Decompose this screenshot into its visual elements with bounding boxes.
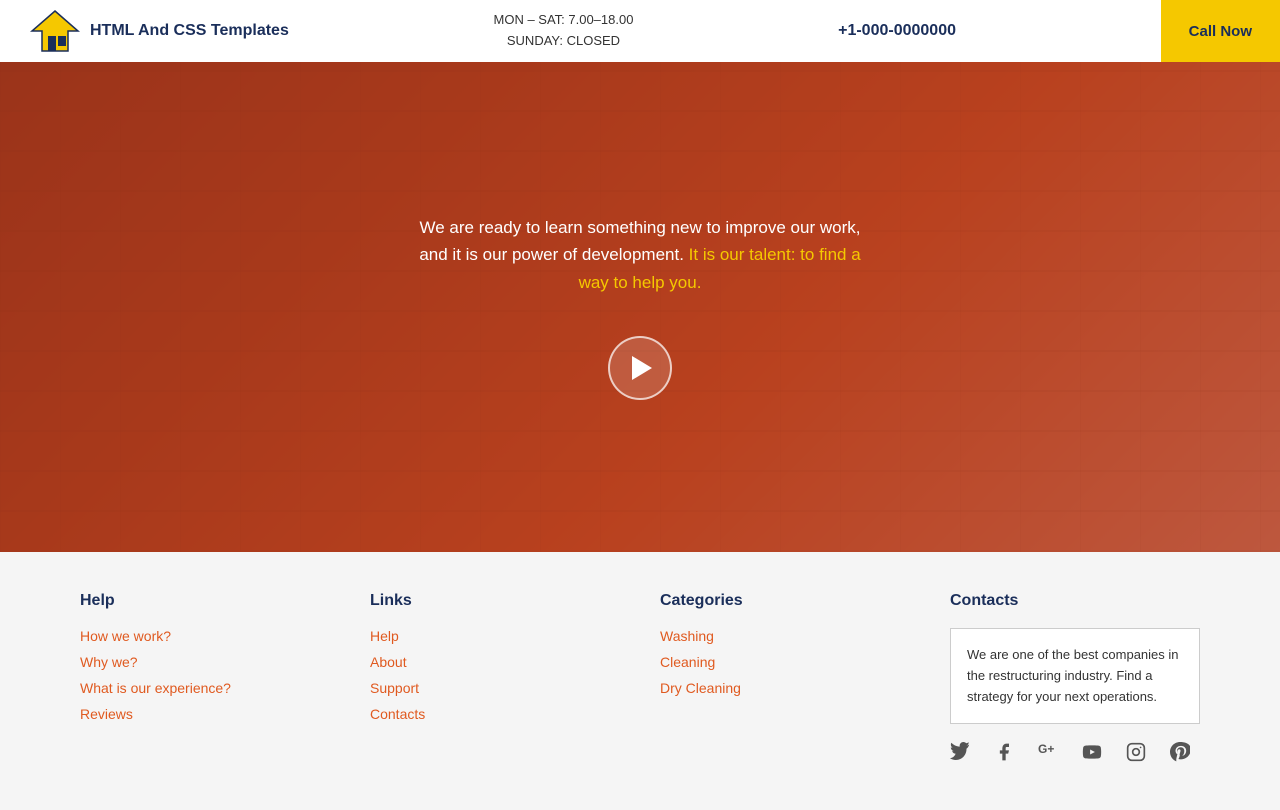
twitter-icon[interactable] — [950, 742, 978, 770]
category-cleaning[interactable]: Cleaning — [660, 654, 910, 670]
category-washing[interactable]: Washing — [660, 628, 910, 644]
schedule: MON – SAT: 7.00–18.00 SUNDAY: CLOSED — [494, 10, 634, 52]
logo: HTML And CSS Templates — [30, 6, 289, 56]
footer-contacts-title: Contacts — [950, 592, 1200, 610]
call-now-button[interactable]: Call Now — [1161, 0, 1280, 62]
google-plus-icon[interactable]: G+ — [1038, 742, 1066, 770]
footer-links-title: Links — [370, 592, 620, 610]
category-dry-cleaning[interactable]: Dry Cleaning — [660, 680, 910, 696]
instagram-icon[interactable] — [1126, 742, 1154, 770]
links-link-support[interactable]: Support — [370, 680, 620, 696]
help-link-experience[interactable]: What is our experience? — [80, 680, 330, 696]
phone-number: +1-000-0000000 — [838, 22, 956, 40]
links-link-contacts[interactable]: Contacts — [370, 706, 620, 722]
links-link-about[interactable]: About — [370, 654, 620, 670]
logo-icon — [30, 6, 80, 56]
links-link-help[interactable]: Help — [370, 628, 620, 644]
help-link-how-we-work[interactable]: How we work? — [80, 628, 330, 644]
schedule-line1: MON – SAT: 7.00–18.00 — [494, 10, 634, 31]
facebook-icon[interactable] — [994, 742, 1022, 770]
logo-text: HTML And CSS Templates — [90, 22, 289, 40]
hero-section: We are ready to learn something new to i… — [0, 62, 1280, 552]
help-link-why-we[interactable]: Why we? — [80, 654, 330, 670]
footer-contacts-section: Contacts We are one of the best companie… — [950, 592, 1200, 780]
hero-text-highlight: It is our talent: to find a way to help … — [579, 245, 861, 291]
footer-help-section: Help How we work? Why we? What is our ex… — [80, 592, 330, 780]
schedule-line2: SUNDAY: CLOSED — [494, 31, 634, 52]
footer-help-title: Help — [80, 592, 330, 610]
footer: Help How we work? Why we? What is our ex… — [0, 552, 1280, 810]
footer-links-section: Links Help About Support Contacts — [370, 592, 620, 780]
header: HTML And CSS Templates MON – SAT: 7.00–1… — [0, 0, 1280, 62]
hero-content: We are ready to learn something new to i… — [0, 62, 1280, 552]
hero-text: We are ready to learn something new to i… — [410, 214, 870, 296]
social-icons: G+ — [950, 742, 1200, 780]
footer-categories-title: Categories — [660, 592, 910, 610]
contacts-description: We are one of the best companies in the … — [950, 628, 1200, 724]
play-button[interactable] — [608, 336, 672, 400]
help-link-reviews[interactable]: Reviews — [80, 706, 330, 722]
pinterest-icon[interactable] — [1170, 742, 1198, 770]
footer-categories-section: Categories Washing Cleaning Dry Cleaning — [660, 592, 910, 780]
youtube-icon[interactable] — [1082, 742, 1110, 770]
